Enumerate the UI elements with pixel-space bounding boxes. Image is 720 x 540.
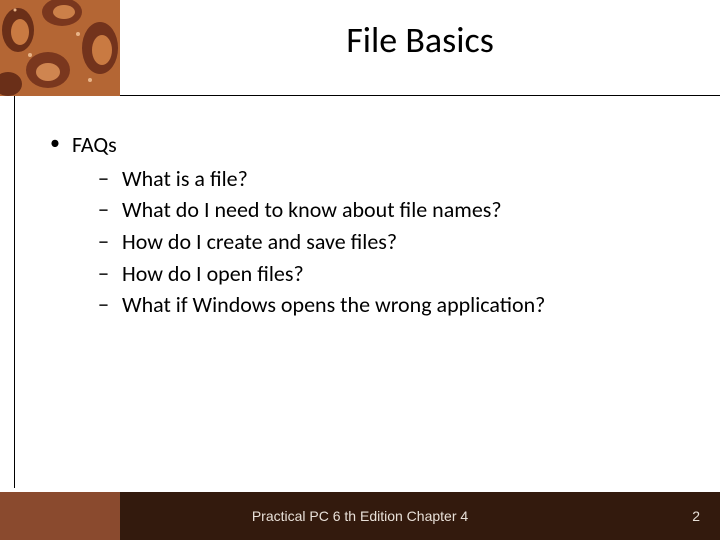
- slide: File Basics FAQs What is a file? What do…: [0, 0, 720, 540]
- decorative-texture-image: [0, 0, 120, 96]
- page-number: 2: [692, 492, 700, 540]
- bullet-level2: What is a file?: [50, 164, 670, 194]
- slide-body: FAQs What is a file? What do I need to k…: [50, 130, 670, 322]
- bullet-level2: What do I need to know about file names?: [50, 195, 670, 225]
- bullet-level1: FAQs: [50, 130, 670, 160]
- vertical-rule: [14, 96, 15, 488]
- bullet-level2: What if Windows opens the wrong applicat…: [50, 290, 670, 320]
- bullet-level2: How do I open files?: [50, 259, 670, 289]
- footer-accent-swatch: [0, 492, 120, 540]
- slide-title: File Basics: [130, 18, 710, 62]
- bullet-level2: How do I create and save files?: [50, 227, 670, 257]
- footer-text: Practical PC 6 th Edition Chapter 4: [130, 492, 590, 540]
- footer-bar: Practical PC 6 th Edition Chapter 4 2: [0, 492, 720, 540]
- horizontal-rule: [120, 95, 720, 96]
